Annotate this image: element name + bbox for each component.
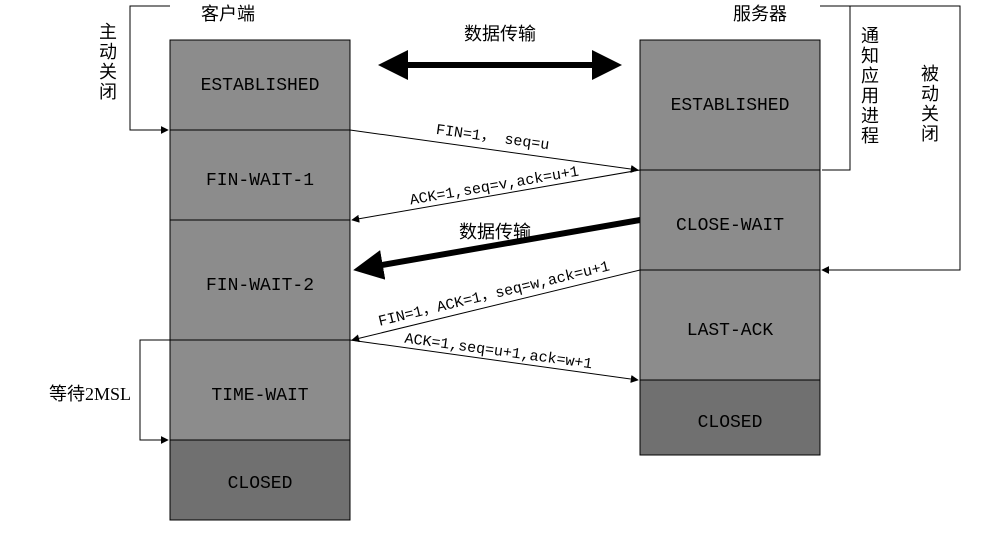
svg-text:动: 动: [921, 84, 939, 104]
client-header: 客户端: [201, 4, 255, 24]
svg-text:应: 应: [861, 66, 879, 86]
svg-text:关: 关: [921, 104, 939, 124]
active-close-label: 主 动 关 闭: [99, 22, 117, 102]
server-state-1: CLOSE-WAIT: [676, 216, 784, 236]
msg-ack1: ACK=1,seq=v,ack=u+1: [409, 164, 581, 210]
server-state-3: CLOSED: [698, 413, 763, 433]
svg-text:通: 通: [861, 26, 879, 46]
client-state-2: FIN-WAIT-2: [206, 276, 314, 296]
msg-ack1-arrow: [352, 170, 640, 220]
svg-text:知: 知: [861, 46, 879, 66]
client-state-3: TIME-WAIT: [211, 386, 308, 406]
wait-2msl-bracket: [140, 340, 170, 440]
svg-text:闭: 闭: [921, 124, 939, 144]
transfer-top-label: 数据传输: [464, 24, 536, 44]
msg-fin2-arrow: [352, 270, 640, 340]
notify-app-bracket: [820, 6, 850, 170]
svg-text:用: 用: [861, 86, 879, 106]
svg-text:主: 主: [99, 22, 117, 42]
server-state-2: LAST-ACK: [687, 321, 774, 341]
notify-app-label: 通 知 应 用 进 程: [861, 26, 879, 146]
svg-text:动: 动: [99, 42, 117, 62]
server-header: 服务器: [733, 4, 787, 24]
msg-fin2: FIN=1，ACK=1，seq=w,ack=u+1: [377, 258, 612, 330]
svg-text:进: 进: [861, 106, 879, 126]
svg-text:关: 关: [99, 62, 117, 82]
server-column: ESTABLISHED CLOSE-WAIT LAST-ACK CLOSED: [640, 40, 820, 455]
svg-text:被: 被: [921, 64, 939, 84]
active-close-bracket: [130, 6, 170, 130]
wait-2msl-label: 等待2MSL: [49, 384, 131, 404]
client-column: ESTABLISHED FIN-WAIT-1 FIN-WAIT-2 TIME-W…: [170, 40, 350, 520]
server-state-0: ESTABLISHED: [671, 96, 790, 116]
client-state-4: CLOSED: [228, 474, 293, 494]
svg-text:闭: 闭: [99, 82, 117, 102]
svg-text:程: 程: [861, 126, 879, 146]
passive-close-label: 被 动 关 闭: [921, 64, 939, 144]
client-state-1: FIN-WAIT-1: [206, 171, 314, 191]
msg-ack2: ACK=1,seq=u+1,ack=w+1: [403, 331, 593, 374]
client-state-0: ESTABLISHED: [201, 76, 320, 96]
passive-close-bracket: [820, 6, 960, 270]
